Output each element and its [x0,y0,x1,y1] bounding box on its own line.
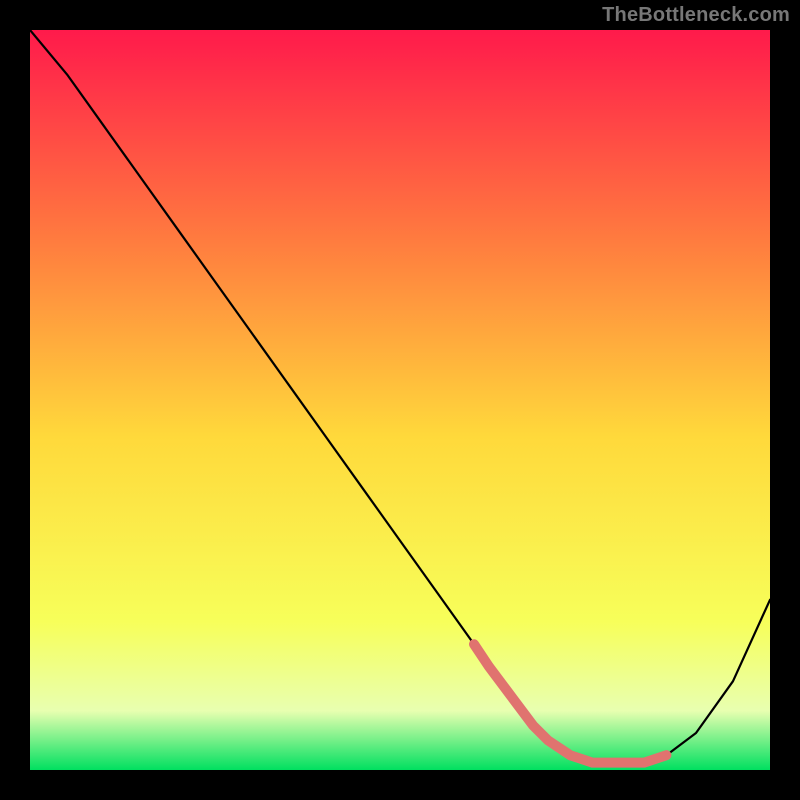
watermark-text: TheBottleneck.com [602,4,790,27]
gradient-background [30,30,770,770]
chart-frame: TheBottleneck.com [0,0,800,800]
chart-svg [30,30,770,770]
plot-area [30,30,770,770]
